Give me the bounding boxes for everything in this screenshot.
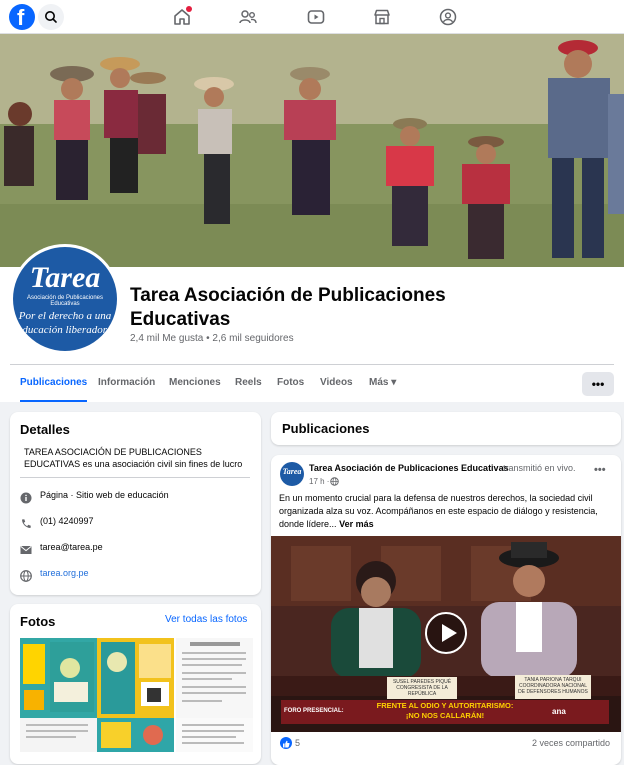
play-button[interactable] bbox=[425, 612, 467, 654]
avatar-brand-text: Tarea bbox=[29, 261, 101, 294]
audience-globe-icon bbox=[330, 477, 339, 486]
banner-headline-line1: FRENTE AL ODIO Y AUTORITARISMO: bbox=[376, 701, 514, 710]
detail-email: tarea@tarea.pe bbox=[20, 541, 255, 557]
details-separator bbox=[20, 477, 250, 478]
tab-fotos[interactable]: Fotos bbox=[277, 366, 304, 402]
watch-icon[interactable] bbox=[306, 7, 326, 27]
detail-phone: (01) 4240997 bbox=[20, 515, 255, 531]
post-timestamp[interactable]: 17 h · bbox=[309, 477, 329, 486]
avatar-logo: Tarea Asociación de Publicaciones Educat… bbox=[13, 247, 117, 351]
profile-tabs: Publicaciones Información Menciones Reel… bbox=[10, 366, 614, 402]
post-action-text: transmitió en vivo. bbox=[503, 463, 576, 473]
post-avatar-brand: Tarea bbox=[282, 467, 302, 476]
banner-headline: FRENTE AL ODIO Y AUTORITARISMO: ¡NO NOS … bbox=[360, 701, 530, 721]
photo-brochure-art bbox=[97, 638, 174, 718]
photo-thumbnail[interactable] bbox=[20, 638, 97, 718]
home-icon[interactable] bbox=[172, 6, 192, 27]
facebook-logo-letter: f bbox=[17, 5, 25, 30]
phone-icon bbox=[20, 517, 32, 529]
photos-title: Fotos bbox=[20, 614, 56, 629]
details-title: Detalles bbox=[20, 422, 70, 437]
like-reaction-icon[interactable] bbox=[280, 737, 292, 749]
nameplate-left: SUSEL PAREDES PIQUÉ CONGRESISTA DE LA RE… bbox=[387, 677, 457, 699]
marketplace-icon[interactable] bbox=[372, 7, 392, 27]
groups-icon[interactable] bbox=[438, 7, 458, 27]
photo-thumbnail[interactable] bbox=[20, 718, 97, 752]
banner-headline-line2: ¡NO NOS CALLARÁN! bbox=[405, 711, 485, 720]
banner-forum-label: FORO PRESENCIAL: bbox=[284, 708, 344, 714]
search-button[interactable] bbox=[38, 4, 64, 30]
banner-logo: ana bbox=[552, 707, 566, 716]
post-author-avatar[interactable]: Tarea bbox=[280, 462, 304, 486]
photo-brochure-art bbox=[20, 638, 97, 718]
photo-thumbnail[interactable] bbox=[97, 638, 174, 718]
detail-category: Página · Sitio web de educación bbox=[20, 489, 255, 505]
detail-phone-text: (01) 4240997 bbox=[40, 516, 94, 526]
cover-photo[interactable] bbox=[0, 34, 624, 267]
page-title: Tarea Asociación de Publicaciones Educat… bbox=[130, 285, 446, 330]
post-author-name[interactable]: Tarea Asociación de Publicaciones Educat… bbox=[309, 463, 509, 473]
tab-videos[interactable]: Videos bbox=[320, 366, 353, 402]
like-count[interactable]: 5 bbox=[295, 738, 300, 748]
tab-informacion[interactable]: Información bbox=[98, 366, 155, 402]
facebook-logo-icon[interactable]: f bbox=[9, 4, 35, 30]
see-more-link[interactable]: Ver más bbox=[339, 519, 374, 529]
tab-reels[interactable]: Reels bbox=[235, 366, 262, 402]
posts-section-title: Publicaciones bbox=[282, 421, 370, 436]
avatar-motto: Por el derecho a una educación liberador… bbox=[17, 310, 113, 336]
avatar-subtitle: Asociación de Publicaciones Educativas bbox=[26, 295, 104, 307]
photo-thumbnail[interactable] bbox=[176, 638, 253, 718]
info-icon bbox=[20, 491, 32, 504]
photo-thumbnail[interactable] bbox=[97, 718, 174, 752]
photo-document-art bbox=[176, 638, 253, 718]
page-stats[interactable]: 2,4 mil Me gusta • 2,6 mil seguidores bbox=[130, 333, 294, 344]
post-body: En un momento crucial para la defensa de… bbox=[279, 492, 615, 531]
detail-website-link[interactable]: tarea.org.pe bbox=[40, 568, 89, 578]
post-options-icon[interactable]: ••• bbox=[594, 464, 606, 476]
mail-icon bbox=[20, 543, 32, 555]
notification-dot bbox=[186, 6, 192, 12]
details-description: TAREA ASOCIACIÓN DE PUBLICACIONES EDUCAT… bbox=[24, 447, 243, 469]
nameplate-right: TANIA PARIONA TARQUI COORDINADORA NACION… bbox=[515, 675, 591, 699]
nameplate-right-role: COORDINADORA NACIONAL DE DEFENSORES HUMA… bbox=[518, 683, 588, 695]
globe-icon bbox=[20, 569, 32, 582]
detail-email-text[interactable]: tarea@tarea.pe bbox=[40, 542, 103, 552]
nameplate-left-role: CONGRESISTA DE LA REPÚBLICA bbox=[396, 685, 448, 697]
photo-document-art bbox=[20, 718, 97, 752]
tab-mas[interactable]: Más ▾ bbox=[369, 366, 396, 402]
photo-brochure-art bbox=[97, 718, 174, 752]
see-all-photos-link[interactable]: Ver todas las fotos bbox=[165, 614, 247, 625]
more-options-button[interactable]: ••• bbox=[582, 372, 614, 396]
header-divider bbox=[10, 364, 614, 365]
share-count[interactable]: 2 veces compartido bbox=[532, 738, 610, 748]
tab-publicaciones[interactable]: Publicaciones bbox=[20, 366, 88, 402]
top-navigation-bar: f bbox=[0, 0, 624, 34]
photo-document-art bbox=[176, 718, 253, 752]
detail-category-text: Página · Sitio web de educación bbox=[40, 490, 169, 500]
photo-thumbnail[interactable] bbox=[176, 718, 253, 752]
page-avatar[interactable]: Tarea Asociación de Publicaciones Educat… bbox=[10, 244, 120, 354]
search-icon bbox=[45, 11, 57, 23]
tab-menciones[interactable]: Menciones bbox=[169, 366, 221, 402]
post-body-text: En un momento crucial para la defensa de… bbox=[279, 493, 598, 529]
play-icon bbox=[442, 624, 457, 642]
cover-photo-illustration bbox=[0, 34, 624, 267]
detail-website: tarea.org.pe bbox=[20, 567, 255, 583]
friends-icon[interactable] bbox=[238, 7, 258, 27]
